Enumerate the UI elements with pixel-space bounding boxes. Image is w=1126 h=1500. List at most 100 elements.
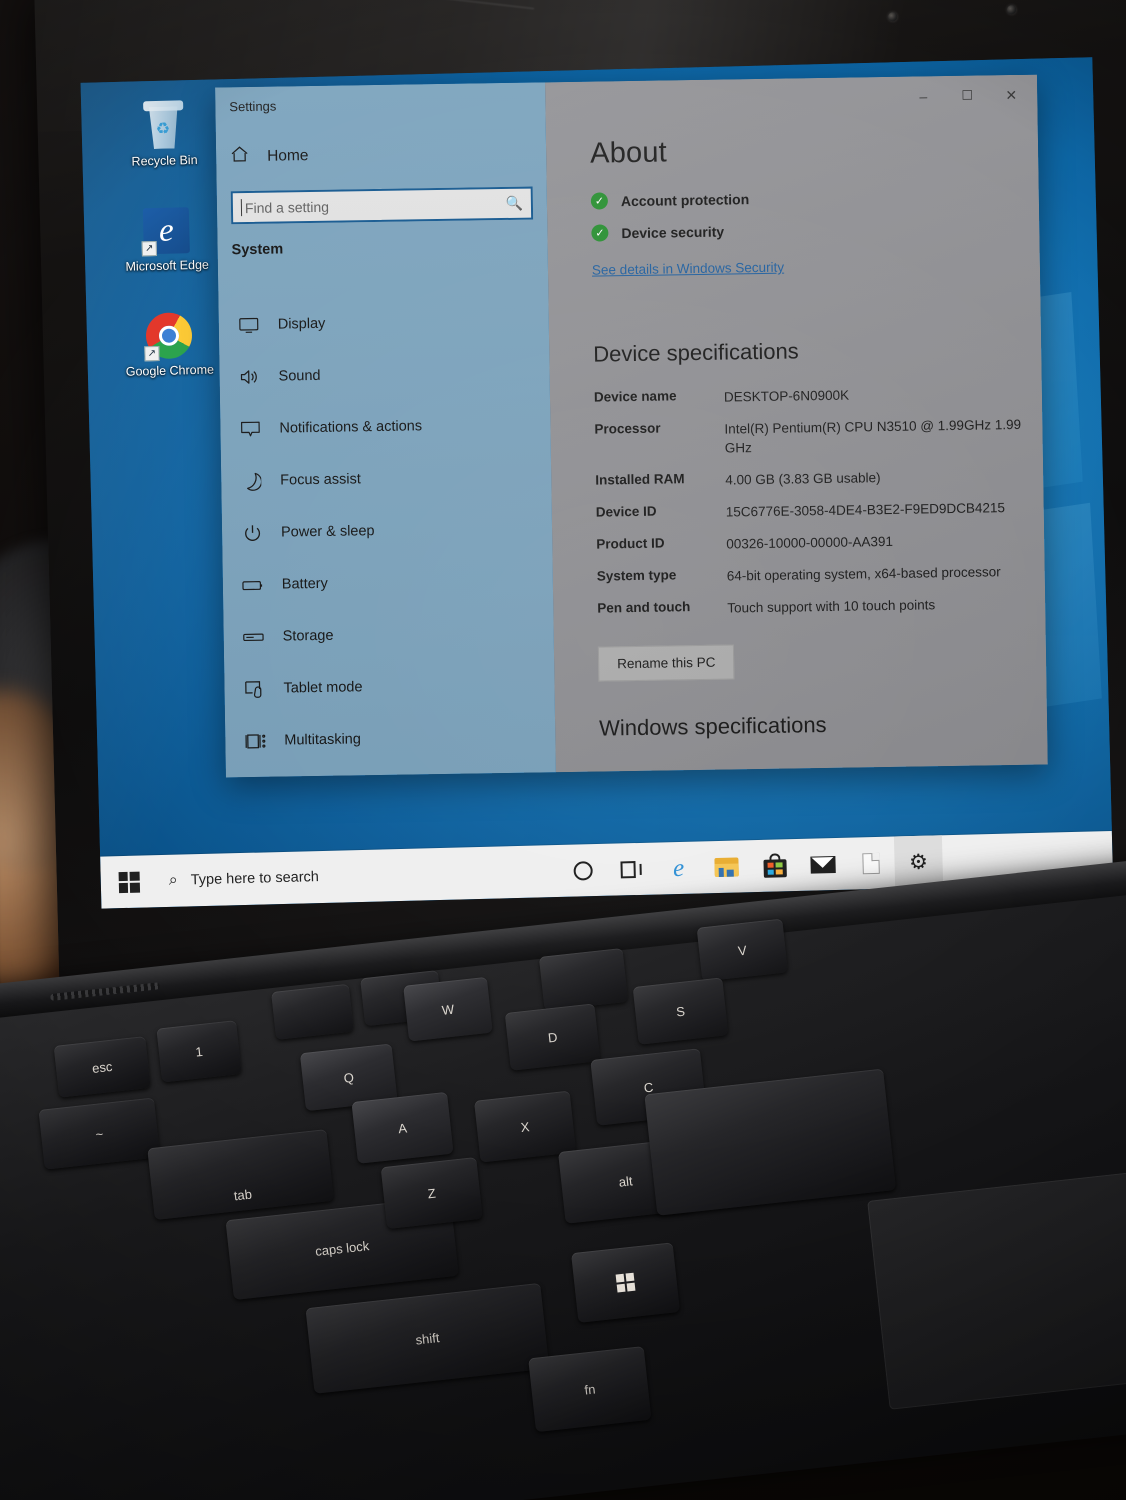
settings-main-panel: – ☐ ✕ About ✓ Account protection ✓ Devic… [545, 74, 1048, 773]
sidebar-item-home[interactable]: Home [230, 144, 309, 168]
desktop-icon-label: Google Chrome [125, 362, 215, 379]
key-label: V [737, 942, 748, 958]
sidebar-item-storage[interactable]: Storage [233, 606, 546, 663]
key-d[interactable]: D [504, 1003, 601, 1071]
search-icon: ⌕ [168, 871, 178, 889]
taskbar-microsoft-edge-icon[interactable]: e [654, 841, 703, 894]
battery-icon [241, 574, 265, 596]
tablet-icon [242, 678, 266, 700]
sidebar-item-label: Sound [278, 367, 321, 385]
spec-value: DESKTOP-6N0900K [723, 387, 850, 405]
sidebar-item-label: Power & sleep [280, 523, 375, 541]
spec-value: Touch support with 10 touch points [727, 597, 936, 616]
page-title: About [589, 136, 668, 170]
desktop-icon-recycle-bin[interactable]: ♻ Recycle Bin [103, 89, 225, 169]
sidebar-nav: Display Sound Notifications & actions Fo… [228, 294, 547, 767]
sidebar-item-label: Display [277, 315, 326, 333]
key-spacebar[interactable] [644, 1068, 897, 1216]
key-key-top[interactable] [538, 947, 629, 1011]
google-chrome-icon: ↗ [108, 299, 229, 362]
notification-icon [238, 418, 262, 440]
taskbar-document-icon[interactable] [846, 837, 895, 890]
key-fn[interactable]: fn [528, 1346, 652, 1433]
spec-row-device-id: Device ID 15C6776E-3058-4DE4-B3E2-F9ED9D… [596, 498, 1026, 524]
sidebar-item-label: Tablet mode [283, 679, 363, 697]
key-label: shift [414, 1329, 441, 1348]
taskbar-task-view-icon[interactable] [606, 843, 655, 896]
power-icon [240, 522, 264, 544]
key-f-top[interactable] [271, 983, 354, 1040]
key-tilde[interactable]: ~ [38, 1097, 161, 1170]
key-windows[interactable] [571, 1242, 681, 1323]
window-controls: – ☐ ✕ [901, 75, 1034, 117]
taskbar-cortana-icon[interactable] [558, 844, 607, 897]
rename-this-pc-button[interactable]: Rename this PC [597, 644, 735, 682]
windows-security-link[interactable]: See details in Windows Security [592, 260, 784, 278]
taskbar-microsoft-store-icon[interactable] [750, 839, 799, 892]
laptop-screen: ♻ Recycle Bin e ↗ Microsoft Edge ↗ Google [80, 57, 1114, 909]
taskbar-file-explorer-icon[interactable] [702, 840, 751, 893]
taskbar-settings-gear-icon[interactable]: ⚙ [893, 835, 944, 889]
key-esc[interactable]: esc [53, 1036, 151, 1098]
settings-window: Settings Home Find a setting 🔍 System Di… [215, 74, 1048, 778]
storage-icon [242, 626, 266, 648]
taskbar-mail-icon[interactable] [798, 838, 847, 891]
key-w[interactable]: W [403, 976, 493, 1042]
sidebar-item-label: Multitasking [284, 731, 362, 749]
photo-scene: ♻ Recycle Bin e ↗ Microsoft Edge ↗ Google [0, 0, 1126, 1500]
key-z[interactable]: Z [380, 1157, 483, 1230]
multitasking-icon [243, 730, 267, 752]
sidebar-item-display[interactable]: Display [228, 294, 541, 351]
key-label: W [441, 1001, 455, 1018]
sidebar-item-multitasking[interactable]: Multitasking [235, 710, 548, 767]
sidebar-item-sound[interactable]: Sound [229, 346, 542, 403]
spec-key: System type [596, 567, 677, 584]
laptop-lid: ♻ Recycle Bin e ↗ Microsoft Edge ↗ Google [34, 0, 1126, 1022]
sidebar-group-label: System [231, 241, 284, 259]
sidebar-item-label: Battery [281, 575, 328, 593]
desktop-icon-microsoft-edge[interactable]: e ↗ Microsoft Edge [105, 194, 227, 274]
moon-icon [239, 470, 263, 492]
sidebar-item-label: Focus assist [280, 471, 361, 489]
spec-row-product-id: Product ID 00326-10000-00000-AA391 [596, 530, 1026, 556]
spec-value: 4.00 GB (3.83 GB usable) [725, 470, 881, 488]
home-icon [230, 145, 249, 168]
key-label: fn [583, 1381, 597, 1398]
maximize-button[interactable]: ☐ [945, 75, 990, 116]
spec-row-installed-ram: Installed RAM 4.00 GB (3.83 GB usable) [595, 466, 1025, 492]
check-circle-icon: ✓ [590, 192, 609, 210]
spec-key: Installed RAM [595, 471, 685, 488]
key-label: A [397, 1119, 408, 1136]
sidebar-item-tablet-mode[interactable]: Tablet mode [234, 658, 547, 715]
key-label: S [675, 1003, 686, 1020]
device-specifications-table: Device name DESKTOP-6N0900K Processor In… [594, 383, 1029, 682]
desktop-icon-list: ♻ Recycle Bin e ↗ Microsoft Edge ↗ Google [103, 89, 231, 407]
spec-row-system-type: System type 64-bit operating system, x64… [597, 562, 1027, 588]
sidebar-item-notifications-actions[interactable]: Notifications & actions [230, 398, 543, 455]
search-input[interactable]: Find a setting 🔍 [230, 186, 534, 225]
key-label: D [547, 1029, 559, 1046]
spec-value: 15C6776E-3058-4DE4-B3E2-F9ED9DCB4215 [725, 500, 1006, 520]
sidebar-item-focus-assist[interactable]: Focus assist [231, 450, 544, 507]
key-label: X [519, 1118, 531, 1135]
key-v-top[interactable]: V [696, 918, 788, 982]
desktop-icon-google-chrome[interactable]: ↗ Google Chrome [108, 299, 230, 379]
section-heading-windows-specifications: Windows specifications [598, 711, 827, 741]
spec-key: Device ID [595, 503, 657, 520]
close-button[interactable]: ✕ [989, 75, 1034, 116]
sidebar-item-battery[interactable]: Battery [232, 554, 545, 611]
taskbar-search-box[interactable]: ⌕ Type here to search [156, 846, 537, 908]
minimize-button[interactable]: – [901, 76, 946, 117]
start-button[interactable] [100, 855, 157, 908]
sidebar-item-power-sleep[interactable]: Power & sleep [232, 502, 545, 559]
key-label: caps lock [314, 1237, 370, 1259]
spec-row-device-name: Device name DESKTOP-6N0900K [594, 383, 1024, 409]
key-1[interactable]: 1 [156, 1020, 242, 1083]
sidebar-item-label: Home [267, 146, 309, 165]
key-label: ~ [94, 1125, 104, 1142]
key-a[interactable]: A [351, 1091, 454, 1164]
spec-key: Product ID [596, 535, 665, 552]
search-placeholder: Find a setting [244, 198, 330, 216]
key-s[interactable]: S [632, 977, 729, 1045]
spec-key: Device name [593, 388, 677, 405]
